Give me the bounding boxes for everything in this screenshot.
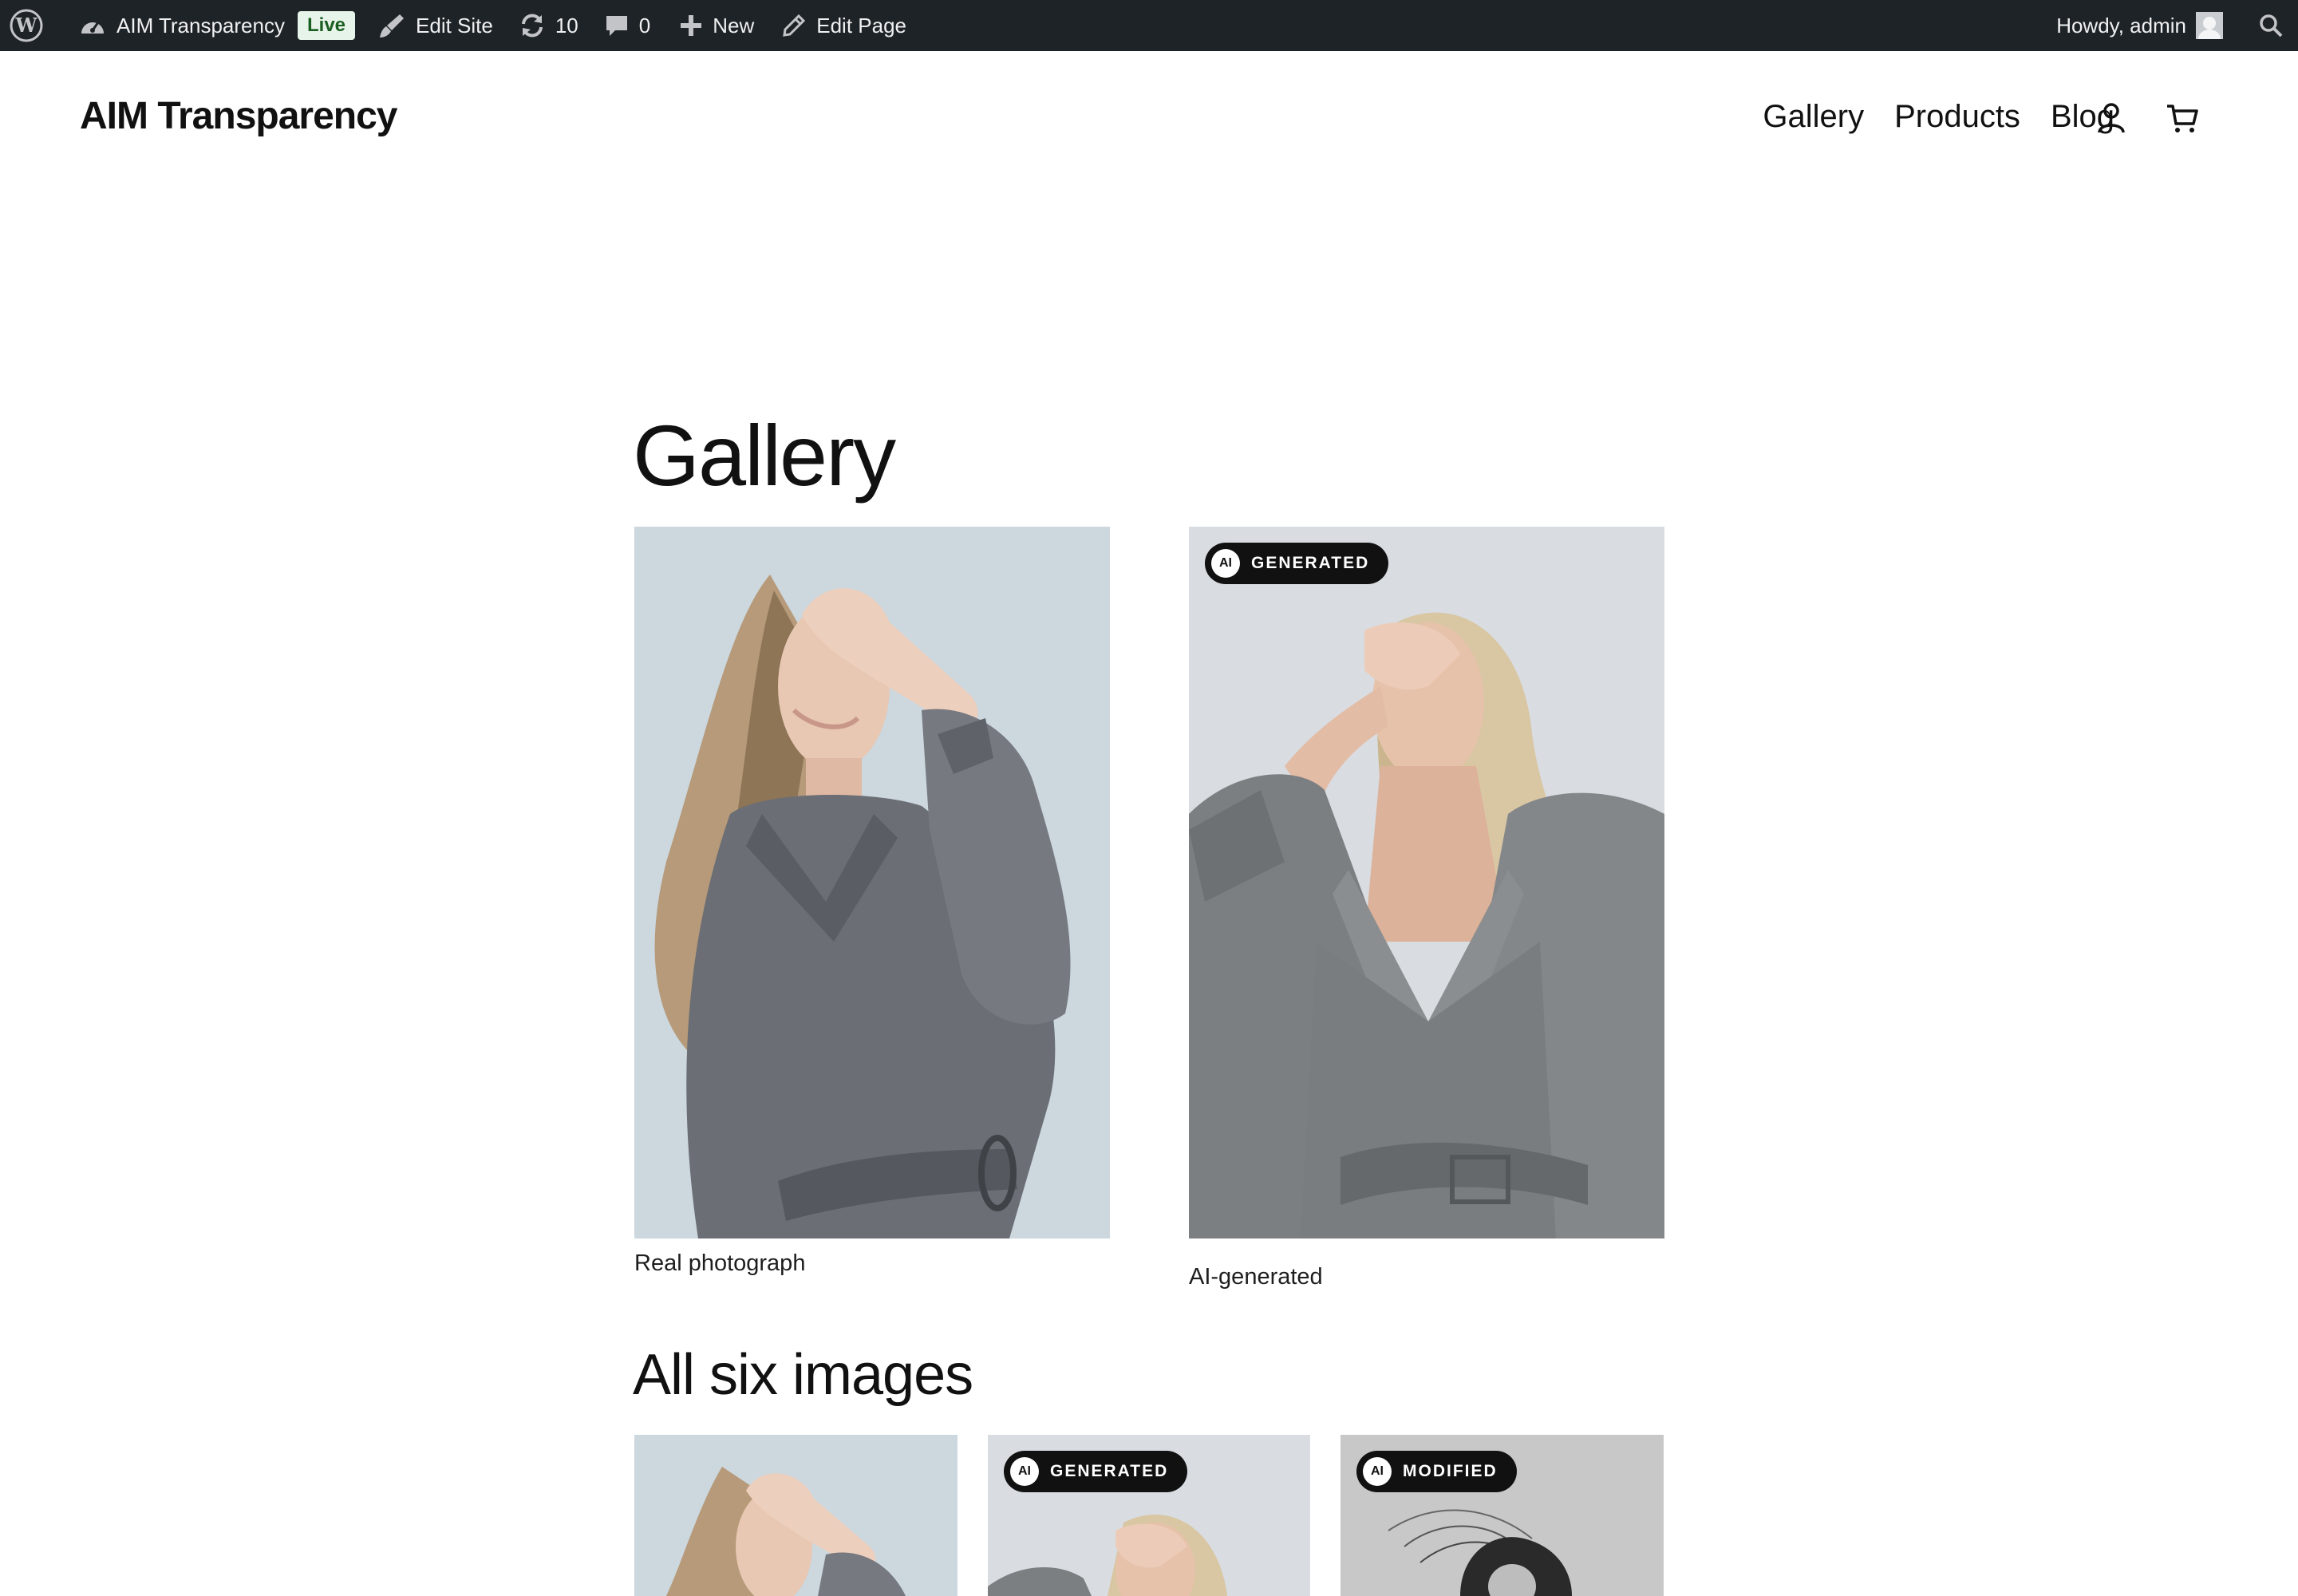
ai-badge-icon: AI <box>1211 549 1240 578</box>
site-name-label: AIM Transparency <box>116 13 285 38</box>
avatar <box>2196 12 2223 39</box>
dashboard-icon <box>81 22 104 34</box>
caption-ai-generated: AI-generated <box>1189 1264 1323 1290</box>
edit-site-link[interactable]: Edit Site <box>366 0 504 51</box>
nav-item-gallery[interactable]: Gallery <box>1763 99 1864 135</box>
ai-modified-badge: AI MODIFIED <box>1356 1451 1517 1492</box>
wordpress-icon: W <box>10 9 43 42</box>
ai-badge-icon: AI <box>1010 1457 1039 1486</box>
caption-real-photograph: Real photograph <box>634 1250 806 1276</box>
edit-page-link[interactable]: Edit Page <box>765 0 918 51</box>
svg-text:W: W <box>15 14 38 37</box>
grid-image-3[interactable]: AI MODIFIED <box>1340 1435 1664 1596</box>
ai-badge-label: GENERATED <box>1251 554 1370 572</box>
grid-image-1[interactable] <box>634 1435 958 1596</box>
new-content-menu[interactable]: New <box>661 0 765 51</box>
admin-bar: W AIM Transparency Live Edit Site 10 0 N… <box>0 0 2298 51</box>
section-title: All six images <box>633 1343 973 1407</box>
pencil-icon <box>783 14 806 37</box>
live-badge: Live <box>297 11 356 40</box>
nav-item-products[interactable]: Products <box>1894 99 2020 135</box>
ai-badge-icon: AI <box>1363 1457 1392 1486</box>
brush-icon <box>380 14 405 38</box>
comments-count: 0 <box>638 13 651 38</box>
edit-site-label: Edit Site <box>416 13 493 38</box>
ai-badge-label: MODIFIED <box>1403 1462 1498 1480</box>
edit-page-label: Edit Page <box>816 13 906 38</box>
my-account-menu[interactable]: Howdy, admin <box>2045 0 2247 51</box>
site-name-menu[interactable]: AIM Transparency Live <box>54 0 366 51</box>
gallery-image-ai-generated[interactable]: AI GENERATED <box>1189 527 1664 1238</box>
admin-bar-secondary: Howdy, admin <box>2045 0 2298 51</box>
ai-generated-badge: AI GENERATED <box>1205 543 1389 584</box>
comment-icon <box>606 16 627 36</box>
greeting-label: Howdy, admin <box>2056 13 2186 38</box>
main-navigation: Gallery Products Blog <box>1763 99 2114 135</box>
grid-image-2[interactable]: AI GENERATED <box>988 1435 1310 1596</box>
plus-icon <box>681 15 702 36</box>
cart-icon[interactable] <box>2164 99 2202 137</box>
search-button[interactable] <box>2247 0 2298 51</box>
wordpress-menu[interactable]: W <box>0 0 54 51</box>
updates-link[interactable]: 10 <box>504 0 590 51</box>
updates-icon <box>521 14 543 38</box>
ai-generated-badge: AI GENERATED <box>1004 1451 1188 1492</box>
new-label: New <box>713 13 755 38</box>
ai-badge-label: GENERATED <box>1050 1462 1169 1480</box>
page-title: Gallery <box>633 407 896 504</box>
search-icon <box>2260 14 2283 38</box>
site-title[interactable]: AIM Transparency <box>80 94 397 138</box>
gallery-image-real-photograph[interactable] <box>634 527 1110 1238</box>
comments-link[interactable]: 0 <box>590 0 661 51</box>
account-icon[interactable] <box>2092 99 2130 137</box>
updates-count: 10 <box>555 13 578 38</box>
